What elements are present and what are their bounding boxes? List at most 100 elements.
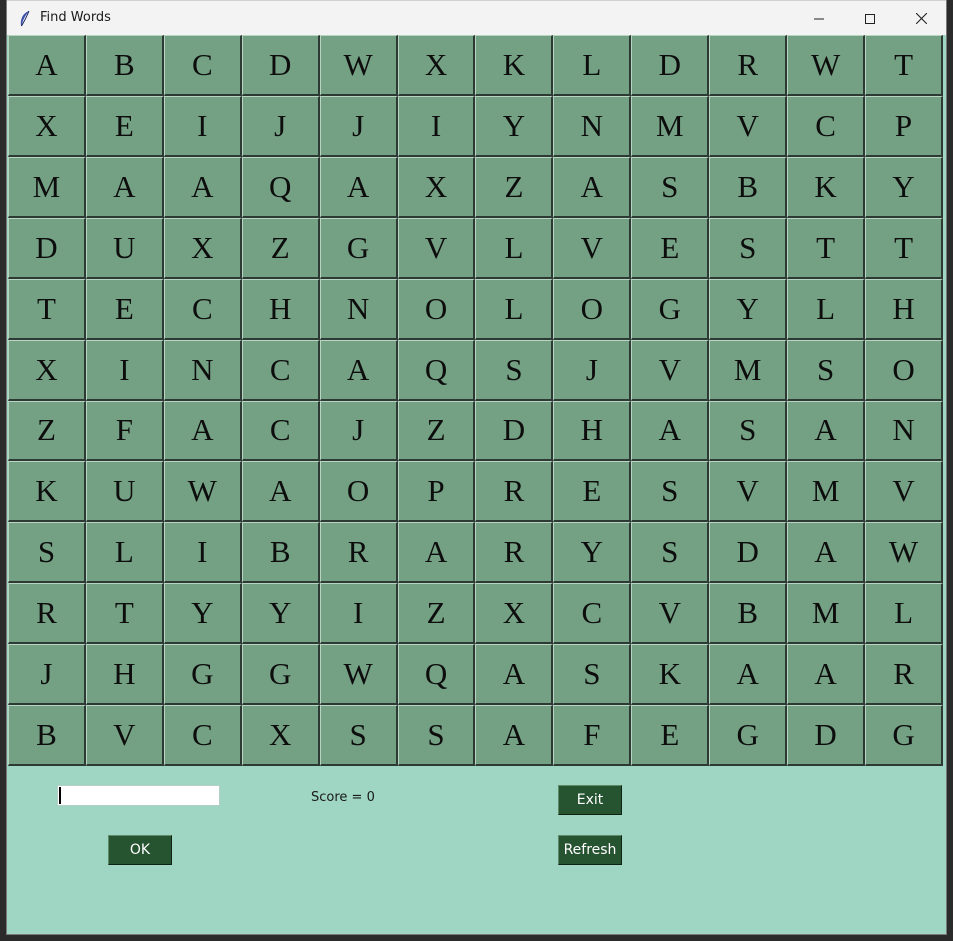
letter-cell[interactable]: X <box>475 583 554 645</box>
letter-cell[interactable]: I <box>85 339 164 401</box>
letter-cell[interactable]: S <box>631 156 710 218</box>
letter-cell[interactable]: V <box>85 705 164 766</box>
letter-cell[interactable]: L <box>475 217 554 279</box>
word-input[interactable] <box>57 785 220 806</box>
letter-cell[interactable]: N <box>319 278 398 340</box>
letter-cell[interactable]: L <box>85 522 164 584</box>
letter-cell[interactable]: A <box>85 156 164 218</box>
letter-cell[interactable]: K <box>787 156 866 218</box>
letter-cell[interactable]: K <box>475 35 554 96</box>
letter-cell[interactable]: B <box>241 522 320 584</box>
close-button[interactable] <box>898 1 944 36</box>
letter-cell[interactable]: X <box>397 156 476 218</box>
letter-cell[interactable]: S <box>709 217 788 279</box>
letter-cell[interactable]: V <box>865 461 943 523</box>
letter-cell[interactable]: Y <box>475 95 554 157</box>
letter-cell[interactable]: O <box>319 461 398 523</box>
letter-cell[interactable]: A <box>787 522 866 584</box>
letter-cell[interactable]: A <box>709 644 788 706</box>
letter-cell[interactable]: A <box>163 400 242 462</box>
letter-cell[interactable]: L <box>787 278 866 340</box>
letter-cell[interactable]: Z <box>397 400 476 462</box>
letter-cell[interactable]: W <box>865 522 943 584</box>
letter-cell[interactable]: X <box>8 339 86 401</box>
letter-cell[interactable]: A <box>319 339 398 401</box>
letter-cell[interactable]: Y <box>553 522 632 584</box>
letter-cell[interactable]: A <box>553 156 632 218</box>
letter-cell[interactable]: Y <box>241 583 320 645</box>
letter-cell[interactable]: R <box>8 583 86 645</box>
letter-cell[interactable]: C <box>787 95 866 157</box>
letter-cell[interactable]: S <box>475 339 554 401</box>
letter-cell[interactable]: T <box>85 583 164 645</box>
letter-cell[interactable]: S <box>397 705 476 766</box>
letter-cell[interactable]: Z <box>8 400 86 462</box>
letter-cell[interactable]: Y <box>709 278 788 340</box>
letter-cell[interactable]: C <box>241 339 320 401</box>
letter-cell[interactable]: M <box>787 461 866 523</box>
letter-cell[interactable]: V <box>631 339 710 401</box>
letter-cell[interactable]: L <box>475 278 554 340</box>
letter-cell[interactable]: U <box>85 461 164 523</box>
letter-cell[interactable]: G <box>709 705 788 766</box>
letter-cell[interactable]: T <box>787 217 866 279</box>
letter-cell[interactable]: Y <box>865 156 943 218</box>
letter-cell[interactable]: N <box>163 339 242 401</box>
refresh-button[interactable]: Refresh <box>558 835 622 865</box>
letter-cell[interactable]: A <box>8 35 86 96</box>
letter-cell[interactable]: J <box>553 339 632 401</box>
letter-cell[interactable]: Z <box>397 583 476 645</box>
letter-cell[interactable]: J <box>8 644 86 706</box>
letter-cell[interactable]: E <box>631 217 710 279</box>
letter-cell[interactable]: R <box>475 522 554 584</box>
letter-cell[interactable]: F <box>553 705 632 766</box>
letter-cell[interactable]: C <box>163 278 242 340</box>
letter-cell[interactable]: M <box>8 156 86 218</box>
letter-cell[interactable]: N <box>553 95 632 157</box>
letter-cell[interactable]: V <box>709 461 788 523</box>
letter-cell[interactable]: D <box>475 400 554 462</box>
letter-cell[interactable]: D <box>631 35 710 96</box>
letter-cell[interactable]: K <box>631 644 710 706</box>
letter-cell[interactable]: J <box>241 95 320 157</box>
letter-cell[interactable]: P <box>865 95 943 157</box>
letter-cell[interactable]: D <box>8 217 86 279</box>
letter-cell[interactable]: A <box>397 522 476 584</box>
letter-cell[interactable]: X <box>8 95 86 157</box>
letter-cell[interactable]: A <box>163 156 242 218</box>
letter-cell[interactable]: L <box>865 583 943 645</box>
letter-cell[interactable]: H <box>865 278 943 340</box>
letter-cell[interactable]: S <box>319 705 398 766</box>
letter-cell[interactable]: V <box>553 217 632 279</box>
letter-cell[interactable]: S <box>709 400 788 462</box>
letter-cell[interactable]: O <box>397 278 476 340</box>
maximize-button[interactable] <box>847 1 893 36</box>
letter-cell[interactable]: J <box>319 400 398 462</box>
letter-cell[interactable]: E <box>85 278 164 340</box>
ok-button[interactable]: OK <box>108 835 172 865</box>
letter-cell[interactable]: W <box>787 35 866 96</box>
letter-cell[interactable]: S <box>631 461 710 523</box>
letter-cell[interactable]: E <box>631 705 710 766</box>
letter-cell[interactable]: C <box>163 35 242 96</box>
letter-cell[interactable]: G <box>319 217 398 279</box>
letter-cell[interactable]: X <box>241 705 320 766</box>
letter-cell[interactable]: E <box>553 461 632 523</box>
letter-cell[interactable]: S <box>8 522 86 584</box>
letter-cell[interactable]: W <box>319 644 398 706</box>
letter-cell[interactable]: G <box>631 278 710 340</box>
letter-cell[interactable]: Q <box>397 339 476 401</box>
letter-cell[interactable]: R <box>709 35 788 96</box>
letter-cell[interactable]: R <box>865 644 943 706</box>
exit-button[interactable]: Exit <box>558 785 622 815</box>
letter-cell[interactable]: C <box>241 400 320 462</box>
letter-cell[interactable]: A <box>631 400 710 462</box>
letter-cell[interactable]: X <box>397 35 476 96</box>
letter-cell[interactable]: Q <box>241 156 320 218</box>
letter-cell[interactable]: A <box>319 156 398 218</box>
letter-cell[interactable]: E <box>85 95 164 157</box>
letter-cell[interactable]: W <box>319 35 398 96</box>
letter-cell[interactable]: T <box>8 278 86 340</box>
letter-cell[interactable]: Z <box>241 217 320 279</box>
letter-cell[interactable]: Z <box>475 156 554 218</box>
